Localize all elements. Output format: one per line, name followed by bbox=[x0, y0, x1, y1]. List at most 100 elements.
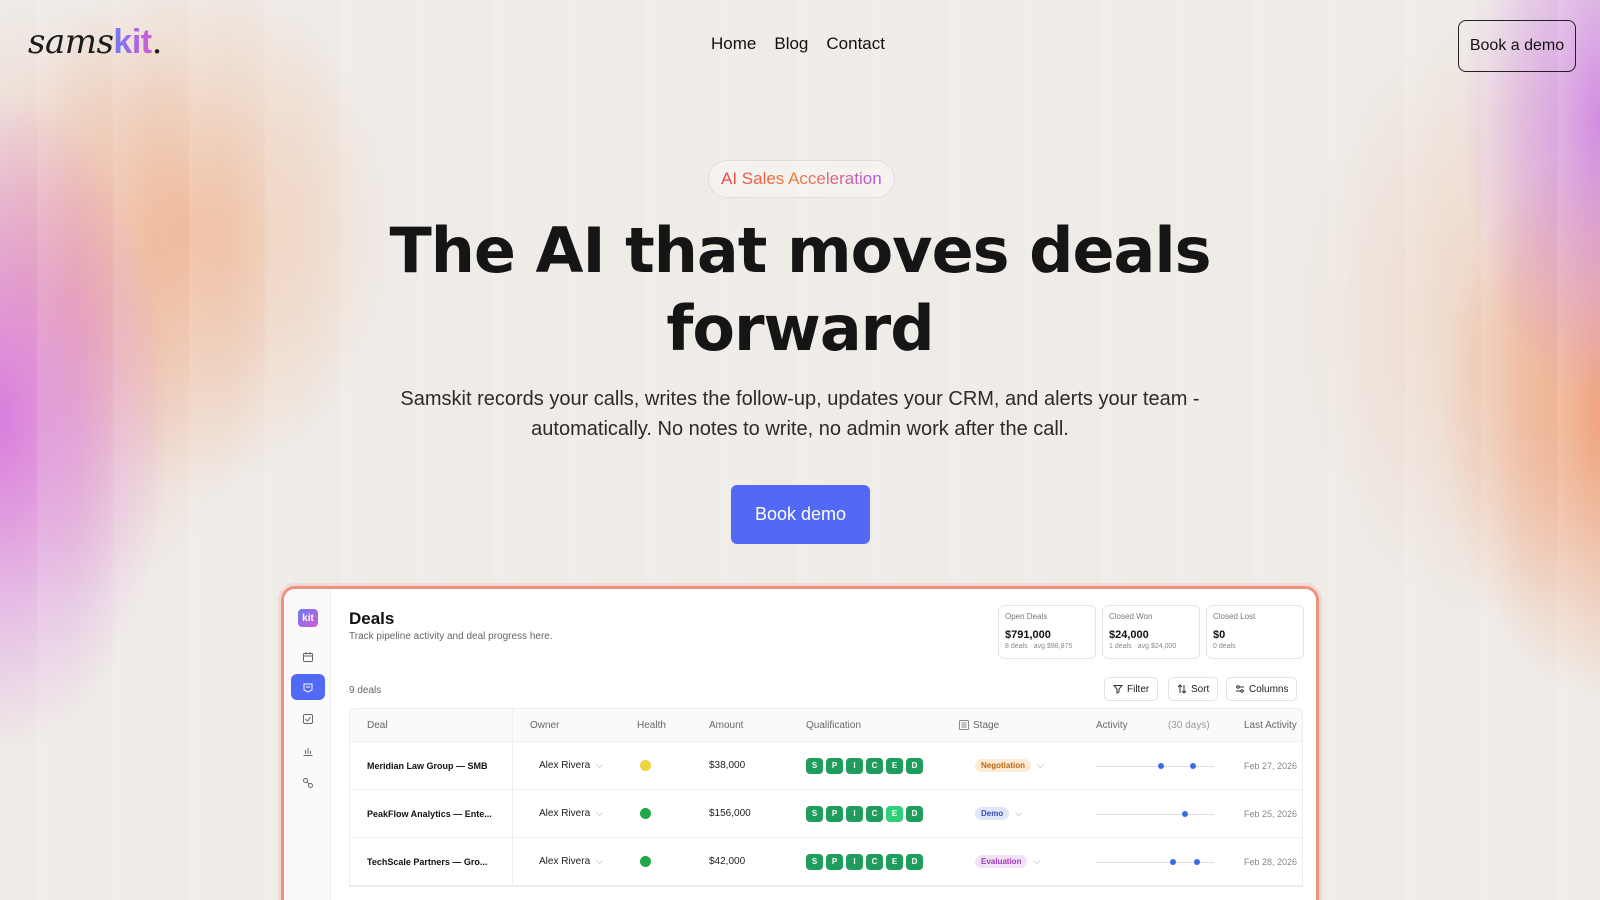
stage-select[interactable]: Negotiation ⌵ bbox=[975, 742, 1044, 789]
qualification-badges: SPICED bbox=[806, 790, 923, 837]
last-activity-date: Feb 25, 2026 bbox=[1244, 808, 1298, 819]
qualification-letter: I bbox=[846, 853, 863, 870]
activity-dot bbox=[1189, 762, 1196, 769]
app-preview: kit Deals Track pipeline activity and de… bbox=[281, 586, 1319, 900]
tasks-icon[interactable] bbox=[291, 706, 325, 732]
logo-main-text: sams bbox=[28, 22, 114, 62]
deal-name[interactable]: TechScale Partners — Gro... bbox=[350, 838, 513, 885]
samskit-logo[interactable]: samskit. bbox=[28, 22, 162, 62]
qualification-letter: E bbox=[886, 805, 903, 822]
deal-amount: $156,000 bbox=[709, 808, 751, 819]
book-a-demo-button[interactable]: Book a demo bbox=[1458, 20, 1576, 72]
deals-table: Deal Owner Health Amount Qualification S… bbox=[349, 708, 1303, 887]
activity-sparkline bbox=[1096, 838, 1214, 885]
table-row[interactable]: PeakFlow Analytics — Ente... Alex Rivera… bbox=[350, 790, 1302, 838]
chevron-down-icon: ⌵ bbox=[1015, 808, 1023, 818]
qualification-letter: S bbox=[806, 805, 823, 822]
qualification-letter: E bbox=[886, 853, 903, 870]
stage-select[interactable]: Evaluation ⌵ bbox=[975, 838, 1040, 885]
calendar-icon[interactable] bbox=[291, 644, 325, 670]
stat-card-closed-won[interactable]: Closed Won $24,000 1 deals · avg $24,000 bbox=[1102, 605, 1200, 659]
health-indicator bbox=[640, 838, 651, 885]
column-header-owner[interactable]: Owner bbox=[530, 709, 559, 741]
health-indicator bbox=[640, 742, 651, 789]
stat-meta: 0 deals bbox=[1213, 643, 1236, 650]
qualification-letter: D bbox=[906, 757, 923, 774]
columns-icon bbox=[1236, 685, 1244, 693]
chevron-down-icon: ⌵ bbox=[596, 760, 603, 770]
qualification-letters: SPICED bbox=[806, 757, 923, 774]
stat-meta: 8 deals · avg $98,875 bbox=[1005, 643, 1073, 650]
qualification-letter: S bbox=[806, 757, 823, 774]
chevron-down-icon: ⌵ bbox=[596, 808, 603, 818]
integrations-icon[interactable] bbox=[291, 770, 325, 796]
stage-pill: Negotiation bbox=[975, 759, 1031, 772]
app-sidebar: kit bbox=[284, 589, 331, 900]
deal-amount: $38,000 bbox=[709, 760, 746, 771]
stat-label: Open Deals bbox=[1005, 612, 1048, 621]
hero-title: The AI that moves deals forward bbox=[389, 214, 1211, 365]
column-header-stage[interactable]: Stage bbox=[959, 709, 999, 741]
owner-select[interactable]: Alex Rivera ⌵ bbox=[539, 742, 603, 789]
owner-select[interactable]: Alex Rivera ⌵ bbox=[539, 790, 603, 837]
table-row[interactable]: Meridian Law Group — SMB Alex Rivera ⌵ $3… bbox=[350, 742, 1302, 790]
table-row[interactable]: TechScale Partners — Gro... Alex Rivera ⌵… bbox=[350, 838, 1302, 886]
nav-contact-link[interactable]: Contact bbox=[826, 34, 885, 54]
stat-label: Closed Lost bbox=[1213, 612, 1256, 621]
column-header-last-activity[interactable]: Last Activity bbox=[1244, 709, 1297, 741]
column-header-amount[interactable]: Amount bbox=[709, 709, 743, 741]
stage-select[interactable]: Demo ⌵ bbox=[975, 790, 1022, 837]
nav-blog-link[interactable]: Blog bbox=[774, 34, 808, 54]
sort-button[interactable]: Sort bbox=[1168, 677, 1219, 701]
activity-dot bbox=[1157, 762, 1164, 769]
book-demo-button[interactable]: Book demo bbox=[731, 485, 870, 544]
stat-meta: 1 deals · avg $24,000 bbox=[1109, 643, 1177, 650]
deal-name[interactable]: Meridian Law Group — SMB bbox=[350, 742, 513, 789]
activity-dot bbox=[1194, 858, 1201, 865]
column-header-health[interactable]: Health bbox=[637, 709, 666, 741]
activity-dot bbox=[1169, 858, 1176, 865]
sort-icon bbox=[1177, 684, 1187, 694]
deal-name[interactable]: PeakFlow Analytics — Ente... bbox=[350, 790, 513, 837]
qualification-letter: C bbox=[866, 805, 883, 822]
column-header-activity[interactable]: Activity bbox=[1096, 709, 1128, 741]
qualification-badges: SPICED bbox=[806, 838, 923, 885]
app-logo[interactable]: kit bbox=[298, 609, 318, 627]
chart-icon[interactable] bbox=[291, 738, 325, 764]
qualification-letter: P bbox=[826, 853, 843, 870]
qualification-letter: C bbox=[866, 853, 883, 870]
owner-name: Alex Rivera bbox=[539, 808, 591, 819]
qualification-letter: E bbox=[886, 757, 903, 774]
logo-dot: . bbox=[151, 22, 163, 62]
column-header-qualification[interactable]: Qualification bbox=[806, 709, 861, 741]
logo-accent-text: kit bbox=[113, 23, 152, 61]
stage-pill: Evaluation bbox=[975, 855, 1028, 868]
qualification-letter: P bbox=[826, 757, 843, 774]
columns-button[interactable]: Columns bbox=[1226, 677, 1298, 701]
qualification-letter: C bbox=[866, 757, 883, 774]
activity-baseline bbox=[1096, 765, 1214, 767]
stat-card-closed-lost[interactable]: Closed Lost $0 0 deals bbox=[1206, 605, 1304, 659]
health-dot bbox=[640, 856, 651, 867]
column-header-activity-range: (30 days) bbox=[1168, 719, 1210, 731]
activity-dot bbox=[1181, 810, 1188, 817]
stage-column-icon bbox=[959, 720, 969, 730]
deals-page-title: Deals bbox=[349, 609, 395, 628]
nav-home-link[interactable]: Home bbox=[711, 34, 756, 54]
activity-sparkline bbox=[1096, 790, 1214, 837]
deals-icon[interactable] bbox=[291, 674, 325, 700]
column-header-stage-label: Stage bbox=[973, 719, 1000, 731]
qualification-letter: P bbox=[826, 805, 843, 822]
filter-button[interactable]: Filter bbox=[1104, 677, 1159, 701]
deal-count: 9 deals bbox=[349, 685, 382, 696]
stat-label: Closed Won bbox=[1109, 612, 1153, 621]
stat-value: $791,000 bbox=[1005, 629, 1051, 641]
owner-name: Alex Rivera bbox=[539, 856, 591, 867]
column-header-deal[interactable]: Deal bbox=[350, 709, 513, 741]
owner-select[interactable]: Alex Rivera ⌵ bbox=[539, 838, 603, 885]
stat-card-open-deals[interactable]: Open Deals $791,000 8 deals · avg $98,87… bbox=[998, 605, 1096, 659]
chevron-down-icon: ⌵ bbox=[1033, 856, 1041, 866]
hero-subtitle: Samskit records your calls, writes the f… bbox=[400, 388, 1200, 440]
last-activity-date: Feb 28, 2026 bbox=[1244, 856, 1298, 867]
qualification-letters: SPICED bbox=[806, 853, 923, 870]
